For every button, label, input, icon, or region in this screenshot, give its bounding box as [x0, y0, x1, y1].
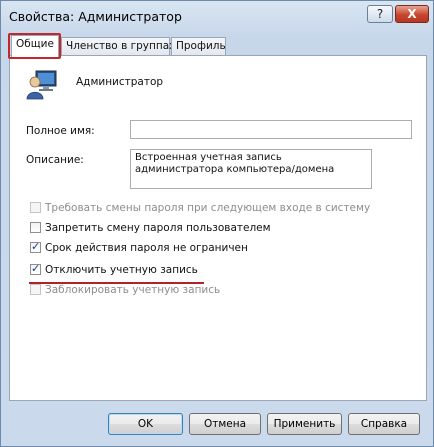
full-name-label: Полное имя: — [26, 125, 95, 137]
window-title: Свойства: Администратор — [9, 9, 182, 24]
ok-button[interactable]: OK — [108, 413, 183, 435]
option-label: Заблокировать учетную запись — [45, 284, 221, 296]
option-deny-password-change[interactable]: Запретить смену пароля пользователем — [30, 222, 271, 238]
option-require-password-change[interactable]: Требовать смены пароля при следующем вхо… — [30, 202, 370, 218]
option-password-never-expires[interactable]: Срок действия пароля не ограничен — [30, 240, 248, 258]
checkbox-disable-account[interactable] — [30, 262, 41, 275]
close-icon[interactable]: X — [395, 5, 429, 23]
option-disable-account[interactable]: Отключить учетную запись — [30, 262, 198, 280]
cancel-button[interactable]: Отмена — [189, 413, 261, 435]
checkbox-password-never-expires[interactable] — [30, 240, 41, 253]
tab-profile[interactable]: Профиль — [171, 37, 226, 55]
checkbox-lock-account[interactable] — [30, 284, 41, 295]
description-label: Описание: — [26, 154, 84, 166]
description-field[interactable]: Встроенная учетная запись администратора… — [130, 149, 372, 189]
tab-group-membership[interactable]: Членство в группах — [61, 37, 175, 55]
option-label: Срок действия пароля не ограничен — [45, 242, 248, 254]
help-icon[interactable]: ? — [367, 5, 393, 23]
option-label: Отключить учетную запись — [45, 264, 198, 276]
general-tab-panel: Администратор Полное имя: Описание: Встр… — [9, 55, 427, 401]
full-name-field[interactable] — [130, 120, 412, 139]
apply-button[interactable]: Применить — [267, 413, 342, 435]
help-button[interactable]: Справка — [348, 413, 420, 435]
highlight-underline — [29, 282, 204, 284]
user-name: Администратор — [76, 76, 164, 88]
option-label: Запретить смену пароля пользователем — [45, 222, 271, 234]
option-lock-account[interactable]: Заблокировать учетную запись — [30, 284, 220, 300]
title-bar[interactable]: Свойства: Администратор ? X — [1, 1, 433, 33]
tab-general[interactable]: Общие — [11, 35, 59, 57]
user-computer-icon — [26, 70, 57, 100]
checkbox-deny-password-change[interactable] — [30, 222, 41, 233]
option-label: Требовать смены пароля при следующем вхо… — [45, 202, 371, 214]
checkbox-require-password-change[interactable] — [30, 202, 41, 213]
properties-dialog: Свойства: Администратор ? X Общие Членст… — [0, 0, 434, 447]
